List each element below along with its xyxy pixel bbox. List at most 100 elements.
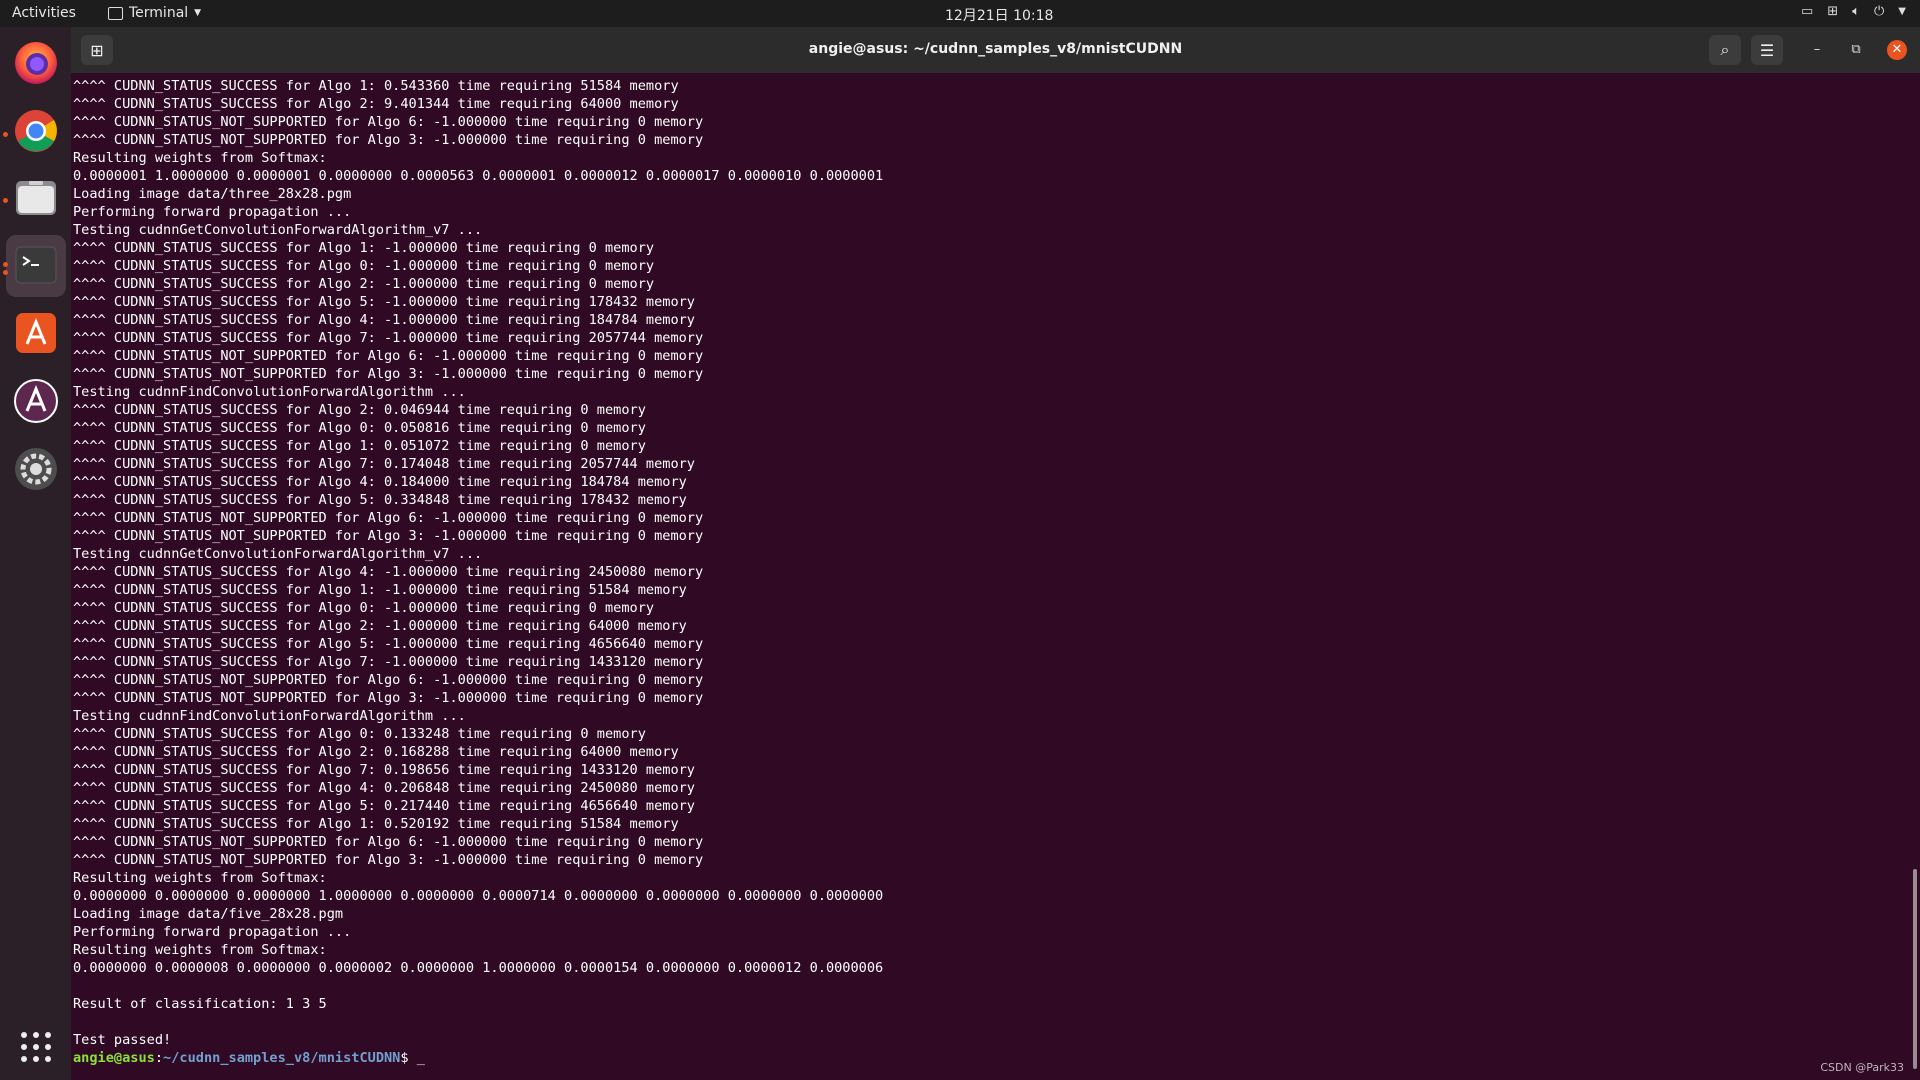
terminal-line: Resulting weights from Softmax:: [73, 150, 327, 166]
firefox-icon: [15, 42, 57, 84]
system-tray[interactable]: ▭ ⊞ 🔈︎ ⏻ ▼: [1801, 4, 1906, 19]
terminal-line: ^^^^ CUDNN_STATUS_NOT_SUPPORTED for Algo…: [73, 672, 704, 688]
terminal-line: ^^^^ CUDNN_STATUS_SUCCESS for Algo 1: -1…: [73, 582, 687, 598]
power-icon[interactable]: ⏻: [1874, 4, 1884, 19]
close-button[interactable]: ✕: [1887, 40, 1907, 60]
close-icon: ✕: [1891, 42, 1903, 57]
restore-button[interactable]: ⧉: [1846, 40, 1866, 60]
terminal-line: ^^^^ CUDNN_STATUS_SUCCESS for Algo 2: -1…: [73, 276, 655, 292]
terminal-line: ^^^^ CUDNN_STATUS_NOT_SUPPORTED for Algo…: [73, 690, 704, 706]
prompt-user: angie@asus: [73, 1050, 155, 1066]
network-icon[interactable]: ⊞: [1827, 4, 1838, 19]
terminal-line: ^^^^ CUDNN_STATUS_NOT_SUPPORTED for Algo…: [73, 348, 704, 364]
terminal-line: ^^^^ CUDNN_STATUS_SUCCESS for Algo 5: -1…: [73, 636, 704, 652]
terminal-line: ^^^^ CUDNN_STATUS_SUCCESS for Algo 7: -1…: [73, 330, 704, 346]
prompt-separator: :: [154, 1050, 164, 1066]
terminal-line: Testing cudnnFindConvolutionForwardAlgor…: [73, 708, 466, 724]
search-button[interactable]: ⌕: [1709, 35, 1741, 65]
terminal-line: ^^^^ CUDNN_STATUS_SUCCESS for Algo 5: 0.…: [73, 798, 695, 814]
terminal-line: Performing forward propagation ...: [73, 924, 352, 940]
app-menu[interactable]: Terminal ▼: [108, 5, 201, 21]
terminal-line: ^^^^ CUDNN_STATUS_SUCCESS for Algo 1: -1…: [73, 240, 655, 256]
dock-ubuntu-software[interactable]: [12, 309, 60, 357]
caret-down-icon: ▼: [194, 8, 202, 18]
terminal-line: ^^^^ CUDNN_STATUS_SUCCESS for Algo 4: -1…: [73, 312, 695, 328]
files-icon: [16, 181, 56, 215]
running-indicator: [3, 270, 8, 275]
volume-icon[interactable]: 🔈︎: [1852, 4, 1860, 19]
terminal-window: ⊞ angie@asus: ~/cudnn_samples_v8/mnistCU…: [71, 27, 1920, 1080]
terminal-line: ^^^^ CUDNN_STATUS_SUCCESS for Algo 4: -1…: [73, 564, 704, 580]
dock: [0, 27, 71, 1080]
terminal-line: ^^^^ CUDNN_STATUS_SUCCESS for Algo 0: 0.…: [73, 726, 646, 742]
dock-firefox[interactable]: [12, 39, 60, 87]
terminal-line: ^^^^ CUDNN_STATUS_SUCCESS for Algo 2: 9.…: [73, 96, 679, 112]
keyboard-icon[interactable]: ▭: [1801, 4, 1813, 19]
terminal-line: ^^^^ CUDNN_STATUS_SUCCESS for Algo 7: 0.…: [73, 762, 695, 778]
terminal-output: ^^^^ CUDNN_STATUS_SUCCESS for Algo 1: 0.…: [73, 77, 883, 1067]
terminal-line: Result of classification: 1 3 5: [73, 996, 327, 1012]
window-title: angie@asus: ~/cudnn_samples_v8/mnistCUDN…: [808, 41, 1183, 57]
top-bar: Activities Terminal ▼ 12月21日 10:18 ▭ ⊞ 🔈…: [0, 0, 1920, 27]
terminal-line: ^^^^ CUDNN_STATUS_SUCCESS for Algo 0: -1…: [73, 600, 655, 616]
terminal-app-icon: [15, 246, 57, 284]
terminal-line: Loading image data/five_28x28.pgm: [73, 906, 344, 922]
chrome-icon: [15, 110, 57, 152]
running-indicator: [3, 262, 8, 267]
terminal-line: ^^^^ CUDNN_STATUS_NOT_SUPPORTED for Algo…: [73, 114, 704, 130]
terminal-line: ^^^^ CUDNN_STATUS_NOT_SUPPORTED for Algo…: [73, 852, 704, 868]
terminal-line: ^^^^ CUDNN_STATUS_SUCCESS for Algo 0: -1…: [73, 258, 655, 274]
terminal-line: Test passed!: [73, 1032, 172, 1048]
dock-files[interactable]: [3, 173, 60, 221]
running-indicator: [3, 198, 8, 203]
terminal-line: ^^^^ CUDNN_STATUS_SUCCESS for Algo 0: 0.…: [73, 420, 646, 436]
terminal-line: ^^^^ CUDNN_STATUS_NOT_SUPPORTED for Algo…: [73, 366, 704, 382]
dock-software-updater[interactable]: [12, 377, 60, 425]
terminal-line: ^^^^ CUDNN_STATUS_NOT_SUPPORTED for Algo…: [73, 132, 704, 148]
dock-settings[interactable]: [12, 445, 60, 493]
minimize-button[interactable]: –: [1807, 40, 1827, 60]
hamburger-menu-icon: ☰: [1759, 40, 1775, 60]
terminal-line: 0.0000000 0.0000008 0.0000000 0.0000002 …: [73, 960, 884, 976]
terminal-line: ^^^^ CUDNN_STATUS_SUCCESS for Algo 2: -1…: [73, 618, 687, 634]
app-menu-label: Terminal: [129, 5, 189, 21]
terminal-line: ^^^^ CUDNN_STATUS_SUCCESS for Algo 1: 0.…: [73, 816, 679, 832]
terminal-line: Testing cudnnGetConvolutionForwardAlgori…: [73, 222, 483, 238]
dock-terminal[interactable]: [3, 241, 60, 289]
terminal-line: ^^^^ CUDNN_STATUS_SUCCESS for Algo 4: 0.…: [73, 780, 695, 796]
shell-prompt[interactable]: angie@asus:~/cudnn_samples_v8/mnistCUDNN…: [73, 1049, 883, 1067]
terminal-line: Resulting weights from Softmax:: [73, 870, 327, 886]
terminal-line: ^^^^ CUDNN_STATUS_SUCCESS for Algo 5: 0.…: [73, 492, 687, 508]
terminal-line: Testing cudnnFindConvolutionForwardAlgor…: [73, 384, 466, 400]
terminal-line: Loading image data/three_28x28.pgm: [73, 186, 352, 202]
show-applications-button[interactable]: [12, 1023, 60, 1071]
terminal-line: Resulting weights from Softmax:: [73, 942, 327, 958]
title-bar[interactable]: ⊞ angie@asus: ~/cudnn_samples_v8/mnistCU…: [71, 27, 1920, 73]
search-icon: ⌕: [1720, 40, 1730, 59]
chevron-down-icon[interactable]: ▼: [1898, 6, 1906, 17]
terminal-line: ^^^^ CUDNN_STATUS_NOT_SUPPORTED for Algo…: [73, 510, 704, 526]
terminal-line: ^^^^ CUDNN_STATUS_SUCCESS for Algo 1: 0.…: [73, 78, 679, 94]
running-indicator: [3, 132, 8, 137]
prompt-cursor: $ _: [400, 1050, 425, 1066]
prompt-path: ~/cudnn_samples_v8/mnistCUDNN: [163, 1050, 401, 1066]
scrollbar[interactable]: [1913, 869, 1917, 1069]
terminal-line: ^^^^ CUDNN_STATUS_NOT_SUPPORTED for Algo…: [73, 528, 704, 544]
terminal-content[interactable]: ^^^^ CUDNN_STATUS_SUCCESS for Algo 1: 0.…: [71, 73, 1920, 1080]
dock-chrome[interactable]: [3, 107, 60, 155]
updater-icon: [14, 379, 58, 423]
app-grid-icon: [21, 1032, 51, 1062]
terminal-line: Performing forward propagation ...: [73, 204, 352, 220]
terminal-line: ^^^^ CUDNN_STATUS_SUCCESS for Algo 5: -1…: [73, 294, 695, 310]
activities-button[interactable]: Activities: [12, 5, 76, 21]
clock[interactable]: 12月21日 10:18: [945, 5, 1053, 25]
terminal-line: ^^^^ CUDNN_STATUS_NOT_SUPPORTED for Algo…: [73, 834, 704, 850]
terminal-icon: [108, 6, 123, 20]
terminal-line: Testing cudnnGetConvolutionForwardAlgori…: [73, 546, 483, 562]
terminal-line: ^^^^ CUDNN_STATUS_SUCCESS for Algo 7: 0.…: [73, 456, 695, 472]
terminal-line: 0.0000001 1.0000000 0.0000001 0.0000000 …: [73, 168, 884, 184]
terminal-line: ^^^^ CUDNN_STATUS_SUCCESS for Algo 2: 0.…: [73, 402, 646, 418]
menu-button[interactable]: ☰: [1751, 35, 1783, 65]
